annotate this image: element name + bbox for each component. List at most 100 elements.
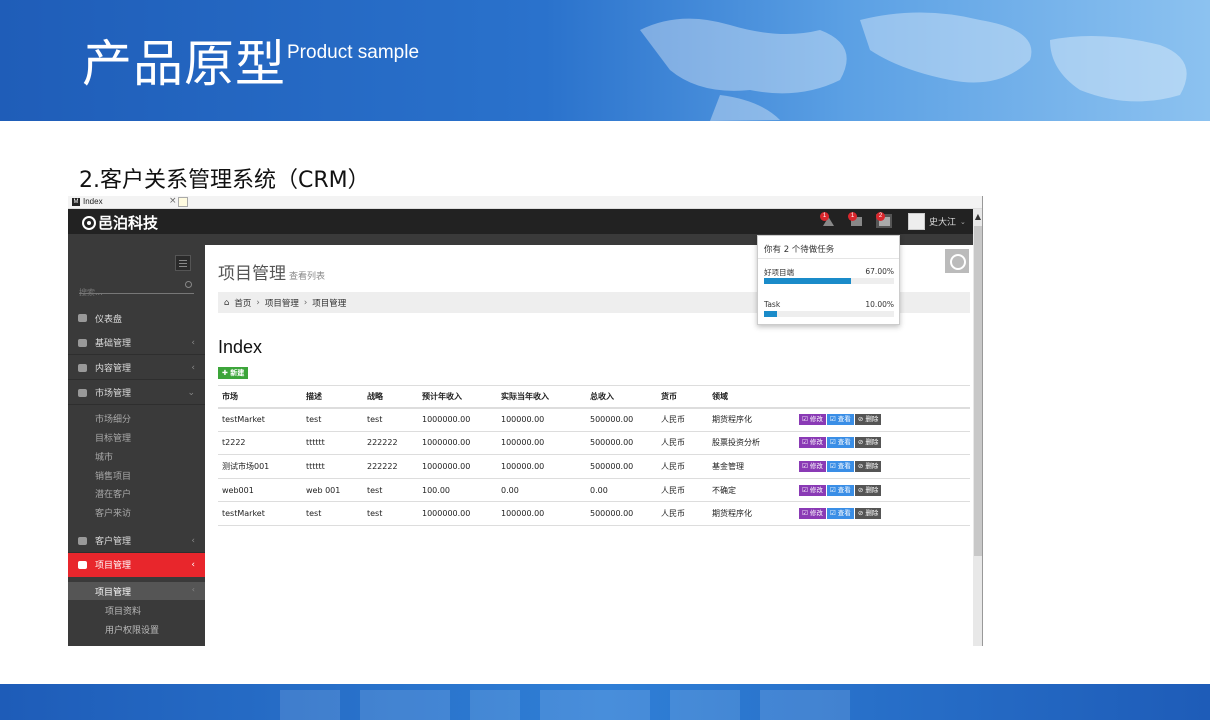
footer-band: [0, 684, 1210, 720]
breadcrumb-home[interactable]: 首页: [234, 297, 251, 309]
column-header[interactable]: 描述: [302, 385, 363, 409]
slide-subtitle: Product sample: [287, 42, 420, 63]
warning-icon[interactable]: 1: [820, 212, 836, 228]
sidebar-subitem-permissions[interactable]: 用户权限设置: [105, 623, 159, 636]
footer-decoration: [280, 690, 340, 720]
task-progress-fill: [764, 311, 777, 317]
chevron-down-icon: ⌄: [187, 387, 195, 398]
edit-button[interactable]: ☑ 修改: [799, 508, 826, 520]
envelope-badge: 1: [848, 212, 857, 221]
new-button[interactable]: ✚ 新建: [218, 367, 249, 379]
row-actions: ☑ 修改 ☑ 查看 ⊘ 删除: [795, 454, 970, 479]
sidebar-item-market[interactable]: 市场管理 ⌄: [68, 381, 205, 405]
table-cell: 股票投资分析: [708, 431, 795, 456]
table-cell: t2222: [218, 431, 302, 456]
sidebar-subitem-sales[interactable]: 销售项目: [95, 469, 131, 482]
sidebar-subitem-city[interactable]: 城市: [95, 450, 113, 463]
edit-button[interactable]: ☑ 修改: [799, 460, 826, 472]
sidebar-item-dashboard[interactable]: 仪表盘: [68, 306, 205, 330]
edit-button[interactable]: ☑ 修改: [799, 414, 826, 426]
chevron-down-icon: ⌄: [960, 217, 966, 226]
sidebar-item-basic[interactable]: 基础管理 ‹: [68, 331, 205, 355]
table-cell: 222222: [363, 431, 418, 456]
delete-button[interactable]: ⊘ 删除: [854, 460, 882, 472]
logo-icon: [82, 215, 96, 230]
slide: 产品原型 Product sample 2.客户关系管理系统（CRM） M In…: [0, 0, 1210, 720]
gears-icon: [78, 536, 87, 545]
chevron-left-icon: ‹: [191, 362, 195, 373]
browser-tab-title[interactable]: Index: [83, 197, 103, 206]
search-icon[interactable]: [185, 281, 192, 288]
sidebar-item-customers[interactable]: 客户管理 ‹: [68, 529, 205, 553]
view-button[interactable]: ☑ 查看: [826, 414, 854, 426]
page-subtitle: 查看列表: [289, 272, 326, 282]
tab-close-icon[interactable]: ×: [169, 196, 177, 206]
view-button[interactable]: ☑ 查看: [826, 437, 854, 449]
home-icon: ⌂: [224, 297, 230, 308]
sidebar-subitem-project-management[interactable]: 项目管理 ‹: [68, 582, 205, 600]
slide-title: 产品原型: [82, 35, 286, 93]
column-header[interactable]: 实际当年收入: [497, 385, 586, 409]
sidebar-subitem-visits[interactable]: 客户来访: [95, 506, 131, 519]
table-cell: 1000000.00: [418, 431, 497, 456]
tasks-dropdown-header: 你有 2 个待做任务: [764, 245, 835, 255]
table-cell: 人民币: [657, 501, 708, 526]
scroll-up-icon[interactable]: ▲: [973, 212, 982, 224]
edit-button[interactable]: ☑ 修改: [799, 437, 826, 449]
column-header[interactable]: 预计年收入: [418, 385, 497, 409]
sidebar-item-label: 仪表盘: [95, 314, 123, 325]
app-screenshot: M Index × 邑泊科技 1 1 2 史大江 ⌄ 搜索... 仪表盘 基础管…: [68, 196, 983, 646]
table-cell: tttttt: [302, 431, 363, 456]
table-cell: 100000.00: [497, 407, 586, 432]
sidebar-subitem-target[interactable]: 目标管理: [95, 431, 131, 444]
task-progress-bar: [764, 311, 894, 317]
table-cell: test: [363, 407, 418, 432]
delete-button[interactable]: ⊘ 删除: [854, 414, 882, 426]
envelope-icon[interactable]: 1: [848, 212, 864, 228]
sidebar-subitem-segment[interactable]: 市场细分: [95, 412, 131, 425]
search-input[interactable]: [79, 286, 174, 299]
user-menu[interactable]: 史大江 ⌄: [908, 212, 966, 231]
sidebar-item-content[interactable]: 内容管理 ‹: [68, 356, 205, 380]
scrollbar-thumb[interactable]: [974, 226, 982, 556]
view-button[interactable]: ☑ 查看: [826, 508, 854, 520]
table-cell: 500000.00: [586, 501, 657, 526]
browser-tab-bar: M Index ×: [68, 196, 982, 209]
gears-icon: [78, 388, 87, 397]
chevron-left-icon: ‹: [191, 559, 195, 570]
gear-icon[interactable]: [945, 249, 969, 273]
sidebar-toggle-icon[interactable]: [175, 255, 191, 271]
column-header[interactable]: 战略: [363, 385, 418, 409]
delete-button[interactable]: ⊘ 删除: [854, 437, 882, 449]
user-name: 史大江: [929, 218, 957, 228]
column-header[interactable]: 领域: [708, 385, 795, 409]
column-header[interactable]: 总收入: [586, 385, 657, 409]
gears-icon: [78, 560, 87, 569]
sidebar-item-label: 项目管理: [95, 561, 132, 571]
sidebar-item-projects[interactable]: 项目管理 ‹: [68, 553, 205, 577]
sidebar-subitem-prospects[interactable]: 潜在客户: [95, 487, 131, 500]
tasks-icon[interactable]: 2: [876, 212, 892, 228]
app-logo[interactable]: 邑泊科技: [82, 212, 158, 233]
chevron-right-icon: ›: [303, 297, 308, 308]
sidebar-subitem-project-info[interactable]: 项目资料: [105, 604, 141, 617]
delete-button[interactable]: ⊘ 删除: [854, 508, 882, 520]
table-cell: web001: [218, 478, 302, 503]
view-button[interactable]: ☑ 查看: [826, 460, 854, 472]
table-row: testMarket test test 1000000.00 100000.00 500…: [218, 501, 970, 526]
gears-icon: [78, 363, 87, 372]
breadcrumb-item[interactable]: 项目管理: [265, 297, 299, 309]
page-title-text: 项目管理: [218, 264, 286, 284]
edit-button[interactable]: ☑ 修改: [799, 484, 826, 496]
sidebar-subitem-label: 项目管理: [95, 588, 132, 598]
column-header[interactable]: 市场: [218, 385, 302, 409]
table-row: testMarket test test 1000000.00 100000.00 500…: [218, 407, 970, 432]
table-header-row: 市场 描述 战略 预计年收入 实际当年收入 总收入 货币 领域: [218, 385, 970, 409]
delete-button[interactable]: ⊘ 删除: [854, 484, 882, 496]
table-cell: 期货程序化: [708, 501, 795, 526]
chevron-left-icon: ‹: [191, 585, 195, 594]
column-header[interactable]: 货币: [657, 385, 708, 409]
table-cell: 100000.00: [497, 501, 586, 526]
view-button[interactable]: ☑ 查看: [826, 484, 854, 496]
new-tab-button[interactable]: [178, 197, 188, 207]
